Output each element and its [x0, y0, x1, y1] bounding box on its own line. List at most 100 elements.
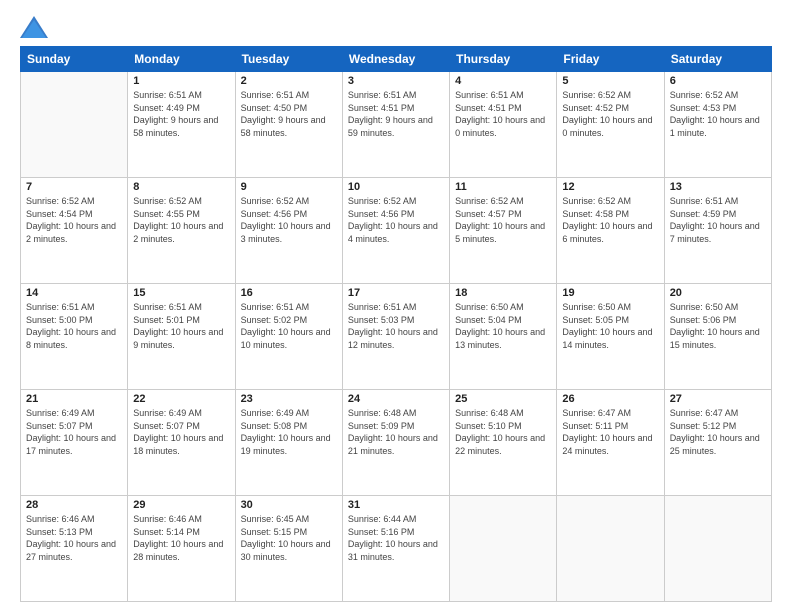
day-number: 26: [562, 393, 658, 405]
day-cell: 31Sunrise: 6:44 AMSunset: 5:16 PMDayligh…: [342, 496, 449, 602]
day-cell: 13 Sunrise: 6:51 AMSunset: 4:59 PMDayligh…: [664, 178, 771, 284]
day-number: 23: [241, 393, 337, 405]
day-number: 24: [348, 393, 444, 405]
day-info: Sunrise: 6:49 AMSunset: 5:08 PMDaylight:…: [241, 407, 337, 457]
calendar-week-row: 1 Sunrise: 6:51 AMSunset: 4:49 PMDaylight…: [21, 72, 772, 178]
day-number: 30: [241, 499, 337, 511]
day-cell: 30 Sunrise: 6:45 AMSunset: 5:15 PMDayligh…: [235, 496, 342, 602]
day-info: Sunrise: 6:50 AMSunset: 5:06 PMDaylight:…: [670, 301, 766, 351]
day-info: Sunrise: 6:52 AMSunset: 4:52 PMDaylight:…: [562, 89, 658, 139]
day-info: Sunrise: 6:51 AMSunset: 4:59 PMDaylight:…: [670, 195, 766, 245]
day-info: Sunrise: 6:47 AMSunset: 5:12 PMDaylight:…: [670, 407, 766, 457]
day-cell: 15Sunrise: 6:51 AMSunset: 5:01 PMDayligh…: [128, 284, 235, 390]
day-info: Sunrise: 6:51 AMSunset: 4:51 PMDaylight:…: [348, 89, 444, 139]
day-number: 25: [455, 393, 551, 405]
day-cell: 14Sunrise: 6:51 AMSunset: 5:00 PMDayligh…: [21, 284, 128, 390]
empty-day-cell: [557, 496, 664, 602]
calendar-table: SundayMondayTuesdayWednesdayThursdayFrid…: [20, 46, 772, 602]
day-info: Sunrise: 6:51 AMSunset: 4:51 PMDaylight:…: [455, 89, 551, 139]
day-number: 27: [670, 393, 766, 405]
day-info: Sunrise: 6:51 AMSunset: 5:00 PMDaylight:…: [26, 301, 122, 351]
day-cell: 5Sunrise: 6:52 AMSunset: 4:52 PMDaylight…: [557, 72, 664, 178]
weekday-header-friday: Friday: [557, 47, 664, 72]
day-info: Sunrise: 6:45 AMSunset: 5:15 PMDaylight:…: [241, 513, 337, 563]
day-number: 7: [26, 181, 122, 193]
day-number: 19: [562, 287, 658, 299]
day-cell: 26 Sunrise: 6:47 AMSunset: 5:11 PMDayligh…: [557, 390, 664, 496]
day-info: Sunrise: 6:48 AMSunset: 5:09 PMDaylight:…: [348, 407, 444, 457]
day-number: 6: [670, 75, 766, 87]
day-number: 11: [455, 181, 551, 193]
day-cell: 4 Sunrise: 6:51 AMSunset: 4:51 PMDaylight…: [450, 72, 557, 178]
logo: [20, 16, 52, 38]
weekday-header-tuesday: Tuesday: [235, 47, 342, 72]
day-number: 17: [348, 287, 444, 299]
day-info: Sunrise: 6:51 AMSunset: 5:02 PMDaylight:…: [241, 301, 337, 351]
day-info: Sunrise: 6:46 AMSunset: 5:13 PMDaylight:…: [26, 513, 122, 563]
day-cell: 28 Sunrise: 6:46 AMSunset: 5:13 PMDayligh…: [21, 496, 128, 602]
day-cell: 7 Sunrise: 6:52 AMSunset: 4:54 PMDaylight…: [21, 178, 128, 284]
day-info: Sunrise: 6:50 AMSunset: 5:04 PMDaylight:…: [455, 301, 551, 351]
day-info: Sunrise: 6:51 AMSunset: 5:03 PMDaylight:…: [348, 301, 444, 351]
day-number: 18: [455, 287, 551, 299]
day-info: Sunrise: 6:50 AMSunset: 5:05 PMDaylight:…: [562, 301, 658, 351]
day-number: 3: [348, 75, 444, 87]
day-number: 4: [455, 75, 551, 87]
day-cell: 3 Sunrise: 6:51 AMSunset: 4:51 PMDaylight…: [342, 72, 449, 178]
weekday-header-row: SundayMondayTuesdayWednesdayThursdayFrid…: [21, 47, 772, 72]
weekday-header-monday: Monday: [128, 47, 235, 72]
day-cell: 6 Sunrise: 6:52 AMSunset: 4:53 PMDaylight…: [664, 72, 771, 178]
day-cell: 9Sunrise: 6:52 AMSunset: 4:56 PMDaylight…: [235, 178, 342, 284]
day-cell: 11Sunrise: 6:52 AMSunset: 4:57 PMDayligh…: [450, 178, 557, 284]
day-number: 9: [241, 181, 337, 193]
day-number: 8: [133, 181, 229, 193]
day-info: Sunrise: 6:51 AMSunset: 4:49 PMDaylight:…: [133, 89, 229, 139]
day-cell: 22 Sunrise: 6:49 AMSunset: 5:07 PMDayligh…: [128, 390, 235, 496]
day-cell: 21Sunrise: 6:49 AMSunset: 5:07 PMDayligh…: [21, 390, 128, 496]
day-cell: 19 Sunrise: 6:50 AMSunset: 5:05 PMDayligh…: [557, 284, 664, 390]
day-number: 13: [670, 181, 766, 193]
calendar-week-row: 28 Sunrise: 6:46 AMSunset: 5:13 PMDayligh…: [21, 496, 772, 602]
day-cell: 24 Sunrise: 6:48 AMSunset: 5:09 PMDayligh…: [342, 390, 449, 496]
day-cell: 16 Sunrise: 6:51 AMSunset: 5:02 PMDayligh…: [235, 284, 342, 390]
day-info: Sunrise: 6:46 AMSunset: 5:14 PMDaylight:…: [133, 513, 229, 563]
day-number: 20: [670, 287, 766, 299]
page: SundayMondayTuesdayWednesdayThursdayFrid…: [0, 0, 792, 612]
weekday-header-sunday: Sunday: [21, 47, 128, 72]
day-number: 21: [26, 393, 122, 405]
day-info: Sunrise: 6:51 AMSunset: 5:01 PMDaylight:…: [133, 301, 229, 351]
day-cell: 25 Sunrise: 6:48 AMSunset: 5:10 PMDayligh…: [450, 390, 557, 496]
day-info: Sunrise: 6:47 AMSunset: 5:11 PMDaylight:…: [562, 407, 658, 457]
empty-day-cell: [664, 496, 771, 602]
day-number: 16: [241, 287, 337, 299]
day-cell: 2 Sunrise: 6:51 AMSunset: 4:50 PMDaylight…: [235, 72, 342, 178]
day-info: Sunrise: 6:49 AMSunset: 5:07 PMDaylight:…: [133, 407, 229, 457]
day-cell: 29 Sunrise: 6:46 AMSunset: 5:14 PMDayligh…: [128, 496, 235, 602]
day-info: Sunrise: 6:52 AMSunset: 4:58 PMDaylight:…: [562, 195, 658, 245]
day-number: 10: [348, 181, 444, 193]
empty-day-cell: [21, 72, 128, 178]
day-cell: 23 Sunrise: 6:49 AMSunset: 5:08 PMDayligh…: [235, 390, 342, 496]
day-number: 1: [133, 75, 229, 87]
day-cell: 27 Sunrise: 6:47 AMSunset: 5:12 PMDayligh…: [664, 390, 771, 496]
day-cell: 8 Sunrise: 6:52 AMSunset: 4:55 PMDaylight…: [128, 178, 235, 284]
day-info: Sunrise: 6:44 AMSunset: 5:16 PMDaylight:…: [348, 513, 444, 563]
day-number: 29: [133, 499, 229, 511]
day-number: 28: [26, 499, 122, 511]
calendar-week-row: 14Sunrise: 6:51 AMSunset: 5:00 PMDayligh…: [21, 284, 772, 390]
day-cell: 17 Sunrise: 6:51 AMSunset: 5:03 PMDayligh…: [342, 284, 449, 390]
header: [20, 16, 772, 38]
day-cell: 18 Sunrise: 6:50 AMSunset: 5:04 PMDayligh…: [450, 284, 557, 390]
day-number: 22: [133, 393, 229, 405]
day-info: Sunrise: 6:48 AMSunset: 5:10 PMDaylight:…: [455, 407, 551, 457]
logo-icon: [20, 16, 48, 38]
weekday-header-saturday: Saturday: [664, 47, 771, 72]
day-info: Sunrise: 6:52 AMSunset: 4:54 PMDaylight:…: [26, 195, 122, 245]
day-number: 2: [241, 75, 337, 87]
calendar-week-row: 21 Sunrise: 6:49 AMSunset: 5:07 PMDayligh…: [21, 390, 772, 496]
day-info: Sunrise: 6:52 AMSunset: 4:55 PMDaylight:…: [133, 195, 229, 245]
day-info: Sunrise: 6:51 AMSunset: 4:50 PMDaylight:…: [241, 89, 337, 139]
day-cell: 1 Sunrise: 6:51 AMSunset: 4:49 PMDaylight…: [128, 72, 235, 178]
weekday-header-wednesday: Wednesday: [342, 47, 449, 72]
day-info: Sunrise: 6:52 AMSunset: 4:53 PMDaylight:…: [670, 89, 766, 139]
